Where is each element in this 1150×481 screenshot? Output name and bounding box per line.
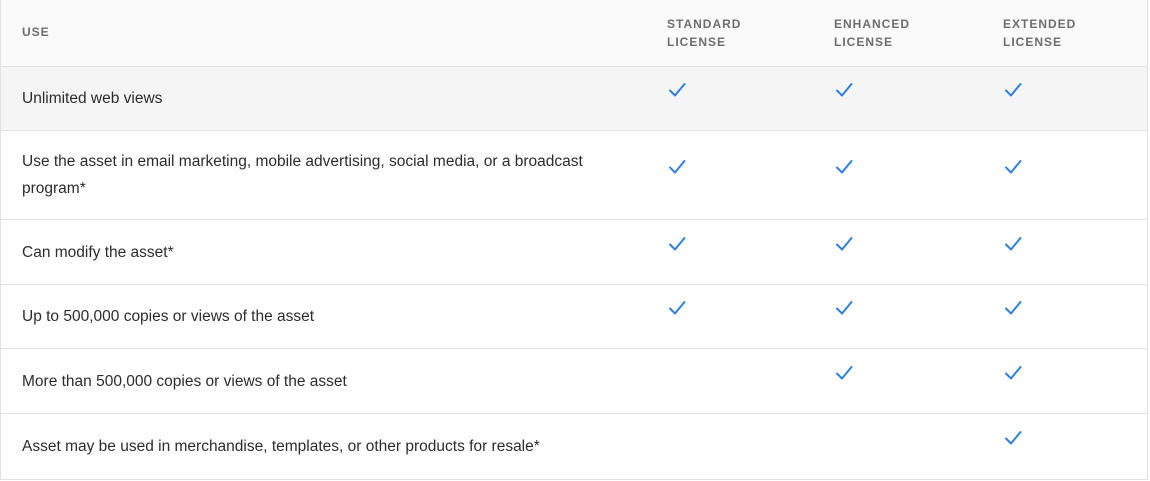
row-label: More than 500,000 copies or views of the… (22, 372, 347, 390)
checkmark-icon (667, 80, 687, 100)
row-label: Up to 500,000 copies or views of the ass… (22, 308, 315, 325)
enhanced-cell (812, 236, 980, 265)
column-header-enhanced: ENHANCED LICENSE (834, 17, 911, 49)
column-header-use: USE (22, 25, 50, 39)
standard-cell (646, 236, 812, 265)
row-label: Can modify the asset* (22, 243, 174, 261)
table-row: More than 500,000 copies or views of the… (1, 348, 1147, 413)
enhanced-cell (812, 159, 980, 188)
checkmark-icon (834, 298, 854, 318)
column-header-extended: EXTENDED LICENSE (1003, 17, 1077, 49)
checkmark-icon (1003, 363, 1023, 383)
enhanced-cell (812, 365, 980, 394)
table-row: Use the asset in email marketing, mobile… (1, 130, 1147, 219)
checkmark-icon (667, 157, 687, 177)
extended-cell (980, 301, 1147, 329)
row-label: Unlimited web views (22, 90, 163, 107)
checkmark-icon (667, 298, 687, 318)
extended-cell (980, 83, 1147, 111)
checkmark-icon (1003, 157, 1023, 177)
enhanced-cell (812, 301, 980, 329)
enhanced-cell (812, 83, 980, 111)
checkmark-icon (834, 234, 854, 254)
standard-cell (646, 301, 812, 329)
extended-cell (980, 431, 1147, 459)
table-row: Unlimited web views (1, 66, 1147, 130)
extended-cell (980, 236, 1147, 265)
extended-cell (980, 365, 1147, 394)
row-label: Asset may be used in merchandise, templa… (22, 438, 540, 455)
checkmark-icon (1003, 298, 1023, 318)
checkmark-icon (834, 157, 854, 177)
extended-cell (980, 159, 1147, 188)
table-row: Can modify the asset* (1, 219, 1147, 284)
checkmark-icon (667, 234, 687, 254)
checkmark-icon (834, 80, 854, 100)
standard-cell (646, 159, 812, 188)
checkmark-icon (834, 363, 854, 383)
standard-cell (646, 83, 812, 111)
license-comparison-table: USE STANDARD LICENSE ENHANCED LICENSE EX… (0, 0, 1148, 480)
table-row: Up to 500,000 copies or views of the ass… (1, 284, 1147, 348)
row-label: Use the asset in email marketing, mobile… (22, 153, 583, 197)
column-header-standard: STANDARD LICENSE (667, 17, 742, 49)
table-header: USE STANDARD LICENSE ENHANCED LICENSE EX… (1, 0, 1147, 66)
checkmark-icon (1003, 234, 1023, 254)
checkmark-icon (1003, 80, 1023, 100)
table-row: Asset may be used in merchandise, templa… (1, 413, 1147, 479)
checkmark-icon (1003, 428, 1023, 448)
